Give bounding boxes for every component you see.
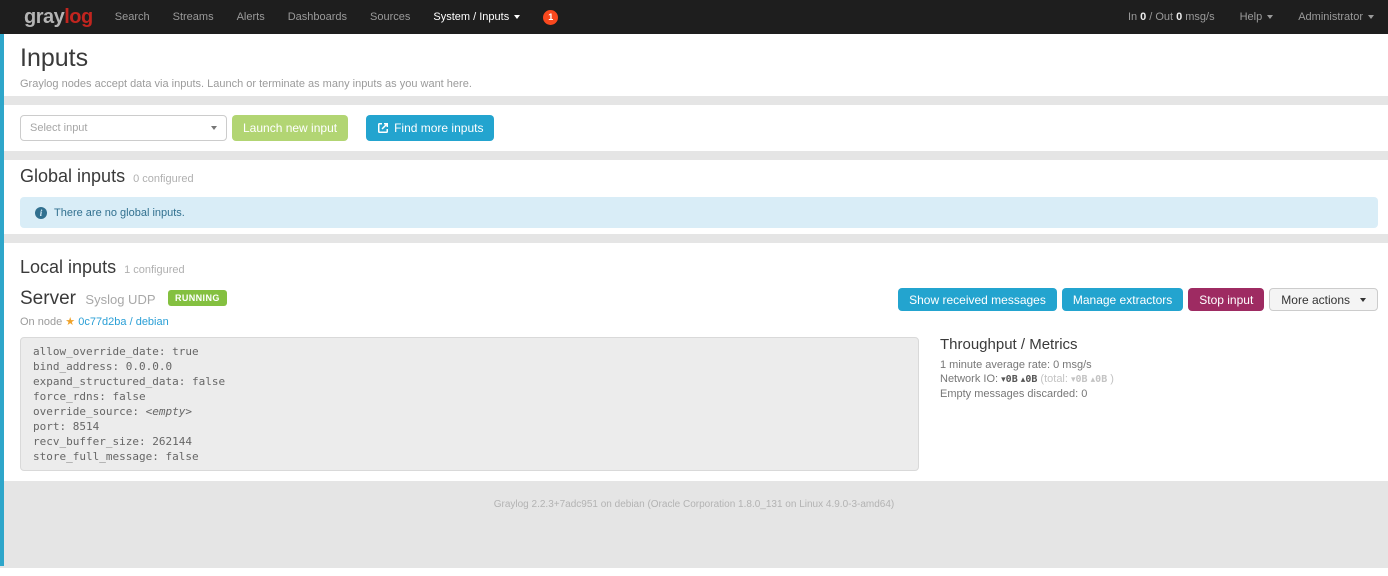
network-io-line: Network IO: ▾0B ▴0B (total: ▾0B ▴0B ) <box>940 373 1114 386</box>
throughput-in-label: In <box>1128 11 1137 23</box>
user-label: Administrator <box>1298 11 1363 23</box>
nav-item-sources[interactable]: Sources <box>370 11 410 23</box>
graylog-logo[interactable]: graylog <box>24 7 93 27</box>
global-inputs-title: Global inputs <box>20 166 125 186</box>
config-line: bind_address: 0.0.0.0 <box>33 359 906 374</box>
help-label: Help <box>1240 11 1263 23</box>
throughput-out-label: / Out <box>1149 11 1173 23</box>
global-throughput-indicator: In 0 / Out 0 msg/s <box>1128 11 1215 23</box>
logo-text-gray: gray <box>24 6 64 28</box>
nav-item-dashboards[interactable]: Dashboards <box>288 11 347 23</box>
star-icon: ★ <box>65 316 75 328</box>
nav-item-label: System / Inputs <box>433 11 509 23</box>
config-line: store_full_message: false <box>33 449 906 464</box>
throughput-out-value: 0 <box>1176 11 1182 23</box>
chevron-down-icon <box>1368 15 1374 19</box>
total-open: (total: <box>1040 373 1068 385</box>
logo-text-log: log <box>64 6 93 28</box>
node-line: On node ★ 0c77d2ba / debian <box>20 315 1378 328</box>
empty-discarded-line: Empty messages discarded: 0 <box>940 388 1114 400</box>
page-header: Inputs Graylog nodes accept data via inp… <box>0 34 1388 96</box>
global-inputs-section: Global inputs 0 configured i There are no… <box>0 160 1388 234</box>
metrics-title: Throughput / Metrics <box>940 337 1114 354</box>
more-actions-button[interactable]: More actions <box>1269 288 1378 311</box>
info-icon: i <box>35 207 47 219</box>
config-line: allow_override_date: true <box>33 344 906 359</box>
network-up-value: 0B <box>1025 374 1037 385</box>
input-type-select[interactable]: Select input <box>20 115 227 141</box>
top-navbar: graylog Search Streams Alerts Dashboards… <box>0 0 1388 34</box>
footer: Graylog 2.2.3+7adc951 on debian (Oracle … <box>0 481 1388 568</box>
config-line: expand_structured_data: false <box>33 374 906 389</box>
input-actions: Show received messages Manage extractors… <box>898 288 1378 311</box>
network-down-value: 0B <box>1006 374 1018 385</box>
network-total-group: (total: ▾0B ▴0B ) <box>1040 373 1114 385</box>
find-more-inputs-button[interactable]: Find more inputs <box>366 115 494 141</box>
nav-item-search[interactable]: Search <box>115 11 150 23</box>
total-close: ) <box>1110 373 1114 385</box>
bottom-spacer <box>0 568 1388 576</box>
stop-input-button[interactable]: Stop input <box>1188 288 1264 311</box>
chevron-down-icon <box>1360 298 1366 302</box>
throughput-in-value: 0 <box>1140 11 1146 23</box>
left-accent-strip <box>0 34 4 566</box>
notification-badge[interactable]: 1 <box>543 10 558 25</box>
version-footer-text: Graylog 2.2.3+7adc951 on debian (Oracle … <box>494 499 895 510</box>
more-actions-label: More actions <box>1281 293 1350 307</box>
chevron-down-icon <box>211 126 217 130</box>
node-link[interactable]: 0c77d2ba / debian <box>78 316 169 328</box>
config-line: recv_buffer_size: 262144 <box>33 434 906 449</box>
nav-item-system-inputs[interactable]: System / Inputs <box>433 11 520 23</box>
node-prefix: On node <box>20 316 62 328</box>
nav-item-help[interactable]: Help <box>1240 11 1274 23</box>
network-io-label: Network IO: <box>940 373 998 385</box>
page-subtitle: Graylog nodes accept data via inputs. La… <box>20 78 1378 90</box>
global-inputs-heading: Global inputs 0 configured <box>20 166 1378 189</box>
input-configuration-well: allow_override_date: true bind_address: … <box>20 337 919 471</box>
alert-message: There are no global inputs. <box>54 207 185 219</box>
nav-item-user-menu[interactable]: Administrator <box>1298 11 1374 23</box>
external-link-icon <box>377 122 389 134</box>
status-badge: RUNNING <box>168 290 227 306</box>
section-divider <box>0 96 1388 105</box>
input-row: Server Syslog UDP RUNNING Show received … <box>20 288 1378 311</box>
chevron-down-icon <box>514 15 520 19</box>
throughput-metrics-panel: Throughput / Metrics 1 minute average ra… <box>940 337 1114 402</box>
total-down-value: 0B <box>1076 374 1088 385</box>
total-up-value: 0B <box>1095 374 1107 385</box>
local-inputs-heading: Local inputs 1 configured <box>20 257 1378 280</box>
local-inputs-section: Local inputs 1 configured Server Syslog U… <box>0 243 1388 481</box>
throughput-unit: msg/s <box>1185 11 1214 23</box>
input-launcher-row: Select input Launch new input Find more … <box>0 105 1388 151</box>
local-inputs-count: 1 configured <box>124 264 185 276</box>
section-divider <box>0 151 1388 160</box>
chevron-down-icon <box>1267 15 1273 19</box>
nav-right: In 0 / Out 0 msg/s Help Administrator <box>1128 11 1374 23</box>
average-rate-line: 1 minute average rate: 0 msg/s <box>940 359 1114 371</box>
input-type: Syslog UDP <box>85 292 155 307</box>
nav-menu: Search Streams Alerts Dashboards Sources… <box>115 10 558 25</box>
local-inputs-title: Local inputs <box>20 257 116 277</box>
show-received-messages-button[interactable]: Show received messages <box>898 288 1057 311</box>
page-title: Inputs <box>20 45 1378 73</box>
find-more-inputs-label: Find more inputs <box>394 121 483 135</box>
config-line: port: 8514 <box>33 419 906 434</box>
nav-item-streams[interactable]: Streams <box>173 11 214 23</box>
input-title-group: Server Syslog UDP RUNNING <box>20 288 227 310</box>
manage-extractors-button[interactable]: Manage extractors <box>1062 288 1183 311</box>
global-inputs-count: 0 configured <box>133 173 194 185</box>
input-body: allow_override_date: true bind_address: … <box>20 337 1378 471</box>
config-line: override_source: <empty> <box>33 404 906 419</box>
nav-item-alerts[interactable]: Alerts <box>237 11 265 23</box>
config-line: force_rdns: false <box>33 389 906 404</box>
section-divider <box>0 234 1388 243</box>
input-name: Server <box>20 288 76 309</box>
launch-new-input-button[interactable]: Launch new input <box>232 115 348 141</box>
select-placeholder: Select input <box>30 122 87 134</box>
no-global-inputs-alert: i There are no global inputs. <box>20 197 1378 228</box>
